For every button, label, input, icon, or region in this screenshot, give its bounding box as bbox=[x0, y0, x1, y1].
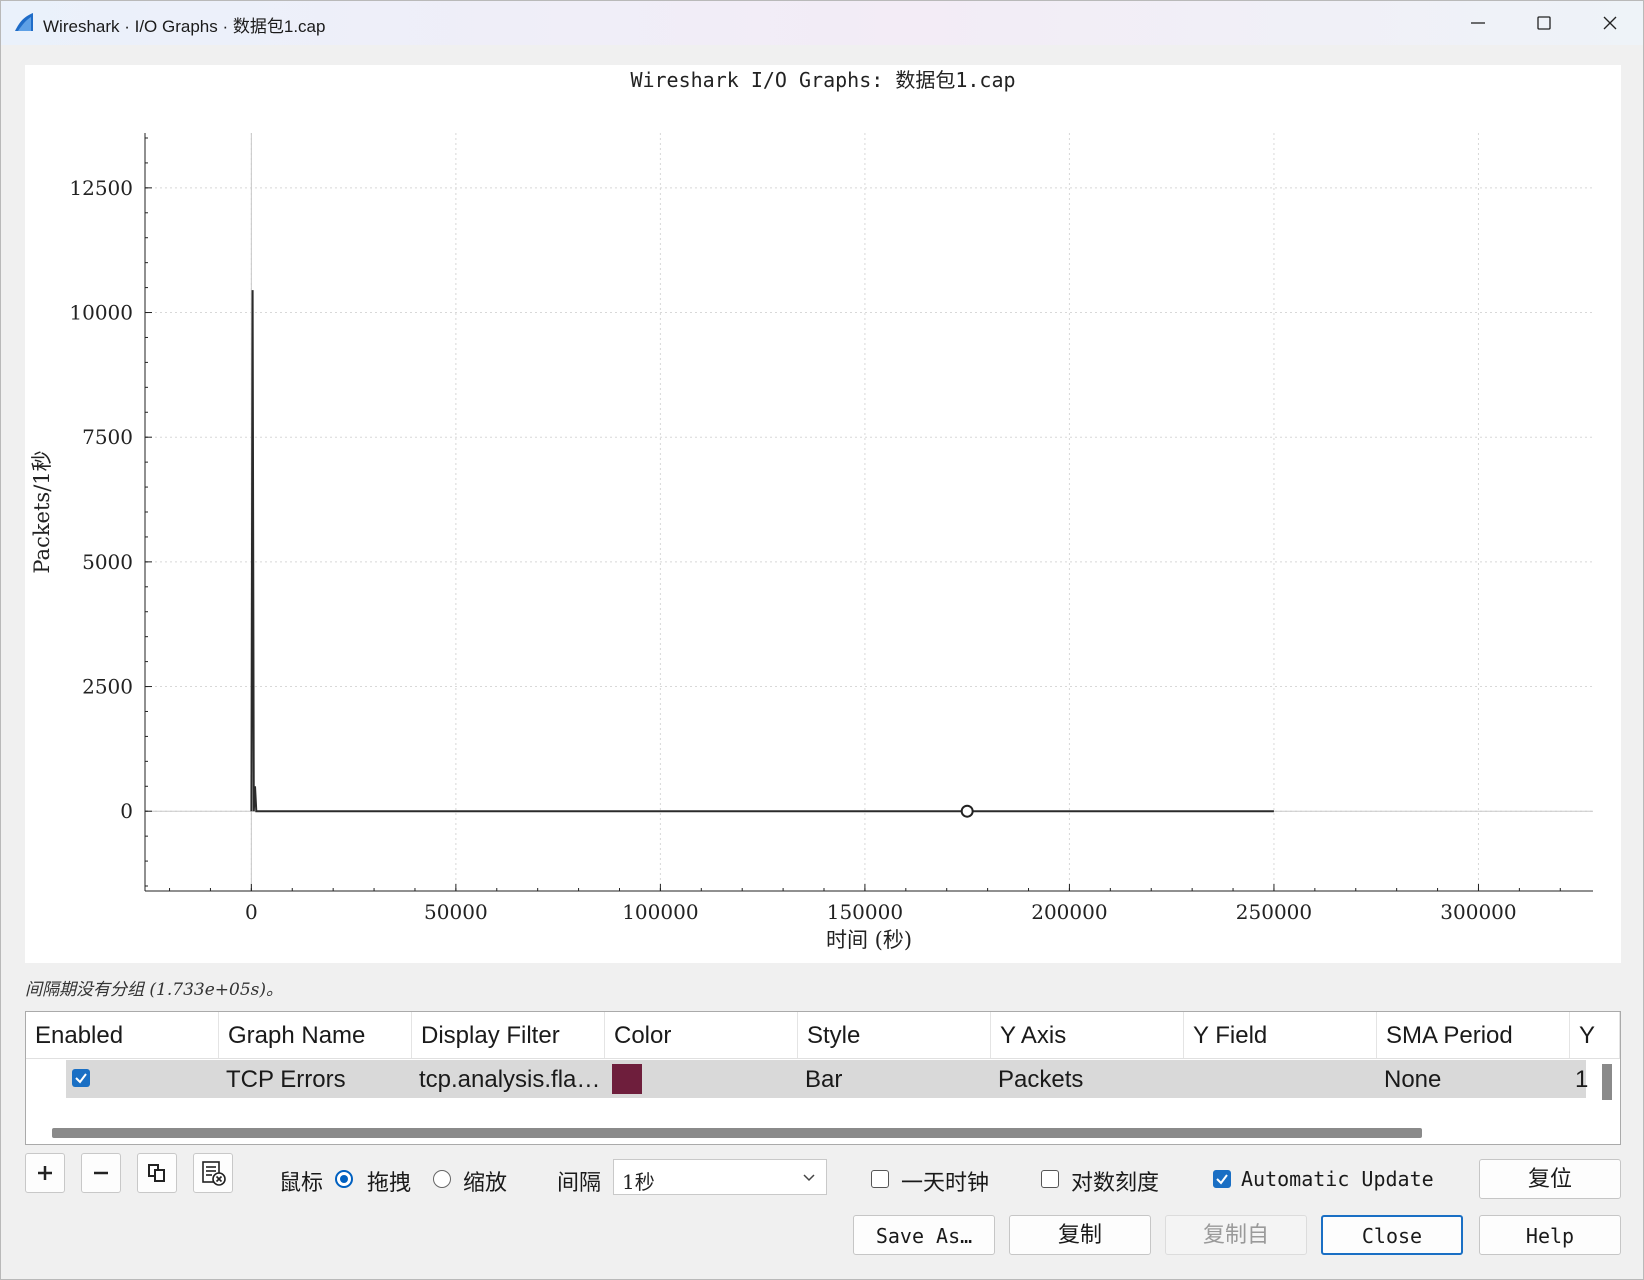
chevron-down-icon bbox=[803, 1174, 815, 1182]
help-button[interactable]: Help bbox=[1479, 1215, 1621, 1255]
graph-table[interactable]: Enabled Graph Name Display Filter Color … bbox=[25, 1011, 1621, 1145]
cell-y-more[interactable]: 1 bbox=[1575, 1060, 1589, 1098]
table-horizontal-scrollbar[interactable] bbox=[52, 1128, 1422, 1138]
zoom-radio[interactable] bbox=[433, 1170, 451, 1188]
y-tick-label: 5000 bbox=[82, 550, 133, 574]
header-display-filter[interactable]: Display Filter bbox=[412, 1012, 605, 1058]
remove-graph-button[interactable] bbox=[81, 1153, 121, 1193]
plus-icon bbox=[38, 1166, 52, 1180]
series-line bbox=[250, 290, 1274, 813]
x-tick-label: 200000 bbox=[1031, 900, 1107, 924]
mouse-mode-label: 鼠标 bbox=[279, 1171, 324, 1196]
x-axis-label: 时间 (秒) bbox=[826, 928, 912, 952]
header-color[interactable]: Color bbox=[605, 1012, 798, 1058]
plot-area[interactable]: Wireshark I/O Graphs: 数据包1.cap 0 2500 5000 7… bbox=[25, 65, 1621, 963]
close-icon bbox=[1603, 16, 1617, 30]
x-tick-label: 250000 bbox=[1236, 900, 1312, 924]
x-tick-label: 50000 bbox=[424, 900, 488, 924]
clear-list-icon bbox=[202, 1161, 226, 1186]
auto-update-checkbox[interactable] bbox=[1213, 1170, 1231, 1188]
x-tick-label: 100000 bbox=[622, 900, 698, 924]
copy-graph-button[interactable] bbox=[137, 1153, 177, 1193]
cell-sma-period[interactable]: None bbox=[1384, 1060, 1554, 1098]
cell-y-field[interactable] bbox=[1191, 1060, 1361, 1098]
table-header: Enabled Graph Name Display Filter Color … bbox=[26, 1012, 1620, 1059]
header-style[interactable]: Style bbox=[798, 1012, 991, 1058]
table-row[interactable]: TCP Errors tcp.analysis.fla… Bar Packets… bbox=[66, 1060, 1589, 1098]
io-graphs-window: Wireshark · I/O Graphs · 数据包1.cap Wiresh… bbox=[0, 0, 1644, 1280]
header-graph-name[interactable]: Graph Name bbox=[219, 1012, 412, 1058]
header-enabled[interactable]: Enabled bbox=[26, 1012, 219, 1058]
cell-graph-name[interactable]: TCP Errors bbox=[226, 1060, 401, 1098]
header-y-axis[interactable]: Y Axis bbox=[991, 1012, 1184, 1058]
cell-style[interactable]: Bar bbox=[805, 1060, 975, 1098]
interval-select[interactable]: 1秒 bbox=[613, 1159, 827, 1195]
io-graph-plot[interactable]: Wireshark I/O Graphs: 数据包1.cap 0 2500 5000 7… bbox=[25, 65, 1621, 963]
minimize-icon bbox=[1471, 22, 1485, 24]
minus-icon bbox=[94, 1171, 108, 1175]
interval-value: 1秒 bbox=[622, 1170, 655, 1194]
time-of-day-label[interactable]: 一天时钟 bbox=[901, 1165, 989, 1197]
drag-radio[interactable] bbox=[335, 1170, 353, 1188]
auto-update-label[interactable]: Automatic Update bbox=[1241, 1167, 1434, 1191]
clear-graphs-button[interactable] bbox=[193, 1153, 233, 1193]
y-tick-label: 0 bbox=[120, 799, 133, 823]
y-tick-label: 10000 bbox=[69, 301, 133, 325]
close-button[interactable]: Close bbox=[1321, 1215, 1463, 1255]
cell-color[interactable] bbox=[612, 1060, 652, 1098]
zoom-label[interactable]: 缩放 bbox=[463, 1165, 507, 1197]
duplicate-icon bbox=[148, 1164, 165, 1182]
log-scale-checkbox[interactable] bbox=[1041, 1170, 1059, 1188]
y-tick-label: 2500 bbox=[82, 675, 133, 699]
enabled-checkbox[interactable] bbox=[72, 1069, 90, 1087]
chart-title: Wireshark I/O Graphs: 数据包1.cap bbox=[630, 68, 1015, 92]
cell-y-axis[interactable]: Packets bbox=[998, 1060, 1168, 1098]
save-as-button[interactable]: Save As… bbox=[853, 1215, 995, 1255]
interval-label: 间隔 bbox=[557, 1171, 602, 1196]
cell-display-filter[interactable]: tcp.analysis.fla… bbox=[419, 1060, 599, 1098]
maximize-icon bbox=[1537, 16, 1551, 30]
minimize-button[interactable] bbox=[1445, 1, 1511, 45]
copy-from-button[interactable]: 复制自 bbox=[1165, 1215, 1307, 1255]
color-swatch bbox=[612, 1064, 642, 1094]
add-graph-button[interactable] bbox=[25, 1153, 65, 1193]
header-sma-period[interactable]: SMA Period bbox=[1377, 1012, 1570, 1058]
data-marker bbox=[960, 804, 974, 818]
header-y-field[interactable]: Y Field bbox=[1184, 1012, 1377, 1058]
copy-button[interactable]: 复制 bbox=[1009, 1215, 1151, 1255]
y-tick-label: 7500 bbox=[82, 425, 133, 449]
header-y-more[interactable]: Y bbox=[1570, 1012, 1620, 1058]
x-tick-label: 150000 bbox=[827, 900, 903, 924]
status-message: 间隔期没有分组 (1.733e+05s)。 bbox=[25, 980, 283, 1000]
title-bar: Wireshark · I/O Graphs · 数据包1.cap bbox=[1, 1, 1643, 45]
wireshark-fin-icon bbox=[15, 13, 33, 31]
log-scale-label[interactable]: 对数刻度 bbox=[1071, 1165, 1159, 1197]
y-tick-label: 12500 bbox=[69, 176, 133, 200]
checkmark-icon bbox=[1216, 1174, 1228, 1185]
close-window-button[interactable] bbox=[1577, 1, 1643, 45]
x-tick-label: 300000 bbox=[1440, 900, 1516, 924]
drag-label[interactable]: 拖拽 bbox=[367, 1165, 411, 1197]
time-of-day-checkbox[interactable] bbox=[871, 1170, 889, 1188]
y-axis-label: Packets/1秒 bbox=[30, 450, 54, 573]
table-vertical-scrollbar[interactable] bbox=[1602, 1064, 1612, 1100]
checkmark-icon bbox=[75, 1073, 87, 1084]
maximize-button[interactable] bbox=[1511, 1, 1577, 45]
reset-button[interactable]: 复位 bbox=[1479, 1159, 1621, 1199]
window-title: Wireshark · I/O Graphs · 数据包1.cap bbox=[43, 17, 326, 36]
x-tick-label: 0 bbox=[245, 900, 258, 924]
